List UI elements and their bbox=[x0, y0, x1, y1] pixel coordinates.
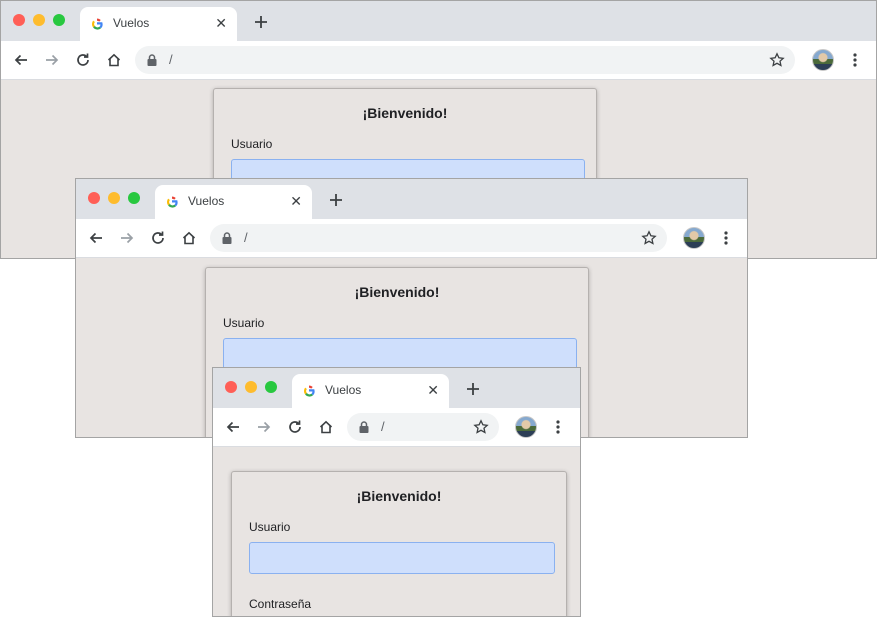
lock-icon bbox=[222, 232, 232, 244]
back-arrow-icon[interactable] bbox=[13, 52, 29, 68]
bookmark-star-icon[interactable] bbox=[473, 419, 489, 435]
login-card: ¡Bienvenido! Usuario Contraseña bbox=[231, 471, 567, 616]
profile-avatar[interactable] bbox=[683, 227, 705, 249]
tab-close-icon[interactable]: ✕ bbox=[290, 193, 302, 209]
reload-icon[interactable] bbox=[75, 52, 91, 68]
username-label: Usuario bbox=[231, 137, 273, 151]
bookmark-star-icon[interactable] bbox=[641, 230, 657, 246]
url-text: / bbox=[169, 52, 173, 67]
reload-icon[interactable] bbox=[150, 230, 166, 246]
tab-title: Vuelos bbox=[188, 194, 225, 208]
google-favicon-icon bbox=[91, 18, 103, 30]
forward-arrow-icon[interactable] bbox=[256, 419, 272, 435]
username-label: Usuario bbox=[249, 520, 291, 534]
forward-arrow-icon[interactable] bbox=[44, 52, 60, 68]
browser-toolbar: / bbox=[213, 408, 580, 447]
menu-kebab-icon[interactable] bbox=[724, 230, 728, 246]
tab-title: Vuelos bbox=[325, 383, 362, 397]
home-icon[interactable] bbox=[318, 419, 334, 435]
minimize-window-button[interactable] bbox=[245, 381, 257, 393]
browser-tab[interactable]: Vuelos ✕ bbox=[155, 185, 312, 219]
maximize-window-button[interactable] bbox=[265, 381, 277, 393]
close-window-button[interactable] bbox=[13, 14, 25, 26]
login-title: ¡Bienvenido! bbox=[362, 105, 448, 121]
reload-icon[interactable] bbox=[287, 419, 303, 435]
maximize-window-button[interactable] bbox=[128, 192, 140, 204]
profile-avatar[interactable] bbox=[812, 49, 834, 71]
url-text: / bbox=[244, 230, 248, 245]
login-title: ¡Bienvenido! bbox=[356, 488, 442, 504]
new-tab-icon[interactable] bbox=[253, 14, 269, 30]
address-bar[interactable]: / bbox=[210, 224, 667, 252]
tab-title: Vuelos bbox=[113, 16, 150, 30]
google-favicon-icon bbox=[303, 385, 315, 397]
google-favicon-icon bbox=[166, 196, 178, 208]
forward-arrow-icon[interactable] bbox=[119, 230, 135, 246]
new-tab-icon[interactable] bbox=[465, 381, 481, 397]
maximize-window-button[interactable] bbox=[53, 14, 65, 26]
close-window-button[interactable] bbox=[225, 381, 237, 393]
menu-kebab-icon[interactable] bbox=[853, 52, 857, 68]
home-icon[interactable] bbox=[106, 52, 122, 68]
tab-close-icon[interactable]: ✕ bbox=[215, 15, 227, 31]
browser-window-3: Vuelos ✕ / ¡Bienvenido! Usuario Contrase… bbox=[212, 367, 581, 617]
browser-toolbar: / bbox=[1, 41, 876, 80]
address-bar[interactable]: / bbox=[135, 46, 795, 74]
back-arrow-icon[interactable] bbox=[225, 419, 241, 435]
username-input[interactable] bbox=[223, 338, 577, 370]
home-icon[interactable] bbox=[181, 230, 197, 246]
username-input[interactable] bbox=[249, 542, 555, 574]
minimize-window-button[interactable] bbox=[33, 14, 45, 26]
lock-icon bbox=[359, 421, 369, 433]
username-label: Usuario bbox=[223, 316, 265, 330]
tab-strip: Vuelos ✕ bbox=[1, 1, 876, 41]
login-title: ¡Bienvenido! bbox=[354, 284, 440, 300]
tab-strip: Vuelos ✕ bbox=[213, 368, 580, 408]
browser-tab[interactable]: Vuelos ✕ bbox=[80, 7, 237, 41]
browser-tab[interactable]: Vuelos ✕ bbox=[292, 374, 449, 408]
lock-icon bbox=[147, 54, 157, 66]
password-label: Contraseña bbox=[249, 597, 312, 611]
tab-close-icon[interactable]: ✕ bbox=[427, 382, 439, 398]
back-arrow-icon[interactable] bbox=[88, 230, 104, 246]
bookmark-star-icon[interactable] bbox=[769, 52, 785, 68]
url-text: / bbox=[381, 419, 385, 434]
tab-strip: Vuelos ✕ bbox=[76, 179, 747, 219]
profile-avatar[interactable] bbox=[515, 416, 537, 438]
new-tab-icon[interactable] bbox=[328, 192, 344, 208]
browser-toolbar: / bbox=[76, 219, 747, 258]
minimize-window-button[interactable] bbox=[108, 192, 120, 204]
address-bar[interactable]: / bbox=[347, 413, 499, 441]
close-window-button[interactable] bbox=[88, 192, 100, 204]
menu-kebab-icon[interactable] bbox=[556, 419, 560, 435]
